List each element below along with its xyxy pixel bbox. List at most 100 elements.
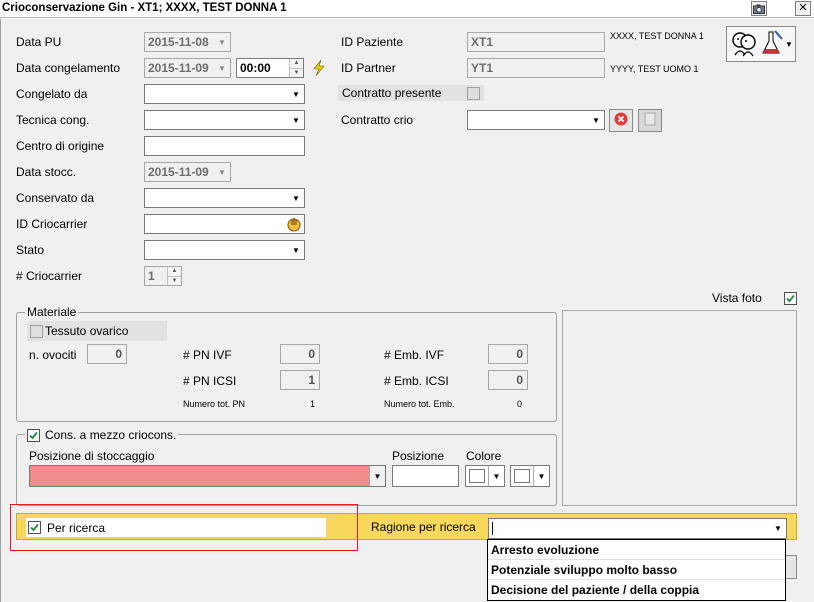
emb-ivf-value: 0 bbox=[488, 344, 528, 364]
tecnica-cong-select[interactable]: ▼ bbox=[144, 110, 305, 130]
id-paziente-field: XT1 bbox=[467, 32, 605, 52]
chevron-down-icon: ▼ bbox=[785, 39, 793, 49]
cons-checkbox[interactable] bbox=[27, 428, 40, 442]
num-criocarrier-stepper: 1 ▲ ▼ bbox=[144, 266, 182, 286]
emb-ivf-label: # Emb. IVF bbox=[384, 348, 445, 362]
posizione-label: Posizione bbox=[392, 449, 445, 463]
conservato-da-select[interactable]: ▼ bbox=[144, 188, 305, 208]
data-congelamento-label: Data congelamento bbox=[16, 61, 121, 75]
camera-icon[interactable] bbox=[751, 1, 767, 16]
dropdown-option[interactable]: Potenziale sviluppo molto basso bbox=[488, 560, 785, 580]
contratto-crio-label: Contratto crio bbox=[341, 113, 414, 127]
data-pu-field: 2015-11-08 ▼ bbox=[144, 32, 231, 52]
delete-icon bbox=[614, 112, 628, 129]
id-partner-field: YT1 bbox=[467, 58, 605, 78]
pn-icsi-label: # PN ICSI bbox=[183, 374, 237, 388]
time-spinner[interactable]: ▲ ▼ bbox=[289, 59, 303, 77]
posizione-stoccaggio-select[interactable]: ▼ bbox=[29, 465, 386, 487]
data-congelamento-field: 2015-11-09 ▼ bbox=[144, 58, 231, 78]
couple-lab-button[interactable]: ▼ bbox=[726, 26, 796, 62]
ragione-ricerca-dropdown[interactable]: Arresto evoluzione Potenziale sviluppo m… bbox=[487, 539, 786, 601]
window-title: Crioconservazione Gin - XT1; XXXX, TEST … bbox=[2, 2, 287, 14]
main-panel: Data PU 2015-11-08 ▼ Data congelamento 20… bbox=[0, 19, 814, 602]
id-partner-label: ID Partner bbox=[341, 61, 396, 75]
tot-pn-label: Numero tot. PN bbox=[183, 399, 246, 409]
tessuto-ovarico-checkbox[interactable] bbox=[30, 325, 43, 338]
tot-emb-value: 0 bbox=[517, 399, 523, 409]
chevron-down-icon: ▼ bbox=[369, 466, 385, 486]
centro-origine-input[interactable] bbox=[144, 136, 305, 156]
highlight-annotation bbox=[10, 504, 358, 551]
tot-pn-value: 1 bbox=[310, 399, 316, 409]
chevron-down-icon: ▼ bbox=[774, 524, 782, 533]
chevron-down-icon: ▼ bbox=[592, 115, 600, 125]
chevron-down-icon: ▼ bbox=[533, 466, 549, 486]
data-stocc-field: 2015-11-09 ▼ bbox=[144, 162, 231, 182]
text-caret bbox=[492, 522, 493, 535]
partner-name: YYYY, TEST UOMO 1 bbox=[610, 64, 699, 74]
color-swatch bbox=[469, 469, 485, 483]
materiale-title: Materiale bbox=[25, 305, 79, 319]
vista-foto-checkbox[interactable] bbox=[784, 292, 797, 305]
stato-select[interactable]: ▼ bbox=[144, 240, 305, 260]
document-icon bbox=[643, 112, 657, 129]
data-stocc-label: Data stocc. bbox=[16, 165, 77, 179]
dropdown-option[interactable]: Arresto evoluzione bbox=[488, 540, 785, 560]
colore-label: Colore bbox=[466, 449, 502, 463]
stato-label: Stato bbox=[16, 243, 45, 257]
hand-pointer-icon[interactable] bbox=[286, 216, 302, 233]
title-bar: Crioconservazione Gin - XT1; XXXX, TEST … bbox=[0, 0, 814, 18]
ovociti-value: 0 bbox=[87, 344, 127, 364]
chevron-down-icon: ▼ bbox=[218, 37, 226, 47]
id-paziente-label: ID Paziente bbox=[341, 35, 404, 49]
chevron-down-icon: ▼ bbox=[292, 115, 300, 125]
pn-ivf-value: 0 bbox=[280, 344, 320, 364]
ragione-ricerca-label: Ragione per ricerca bbox=[371, 520, 476, 534]
num-criocarrier-label: # Criocarrier bbox=[16, 269, 83, 283]
chevron-down-icon: ▼ bbox=[218, 63, 226, 73]
data-pu-label: Data PU bbox=[16, 35, 62, 49]
congelato-da-label: Congelato da bbox=[16, 87, 88, 101]
chevron-down-icon: ▼ bbox=[488, 466, 504, 486]
posizione-stoccaggio-label: Posizione di stoccaggio bbox=[29, 449, 155, 463]
delete-contract-button[interactable] bbox=[609, 109, 633, 132]
conservato-da-label: Conservato da bbox=[16, 191, 95, 205]
id-criocarrier-input[interactable] bbox=[144, 214, 305, 234]
contratto-presente-checkbox bbox=[467, 87, 480, 100]
ovociti-label: n. ovociti bbox=[29, 348, 77, 362]
emb-icsi-value: 0 bbox=[488, 370, 528, 390]
chevron-down-icon: ▼ bbox=[218, 167, 226, 177]
color-swatch bbox=[514, 469, 530, 483]
chevron-down-icon: ▼ bbox=[292, 245, 300, 255]
chevron-down-icon: ▼ bbox=[292, 89, 300, 99]
tot-emb-label: Numero tot. Emb. bbox=[384, 399, 455, 409]
criocarrier-spinner: ▲ ▼ bbox=[167, 267, 181, 285]
flask-icon bbox=[761, 29, 783, 60]
id-criocarrier-label: ID Criocarrier bbox=[16, 217, 88, 231]
colore-select-1[interactable]: ▼ bbox=[465, 465, 505, 487]
couple-icon bbox=[729, 29, 761, 60]
tecnica-cong-label: Tecnica cong. bbox=[16, 113, 90, 127]
vista-foto-label: Vista foto bbox=[712, 291, 762, 305]
emb-icsi-label: # Emb. ICSI bbox=[384, 374, 449, 388]
photo-panel bbox=[562, 310, 797, 506]
contratto-presente-label: Contratto presente bbox=[338, 85, 484, 101]
cons-title: Cons. a mezzo criocons. bbox=[45, 428, 177, 442]
colore-select-2[interactable]: ▼ bbox=[510, 465, 550, 487]
paziente-name: XXXX, TEST DONNA 1 bbox=[610, 31, 704, 41]
lightning-icon[interactable] bbox=[311, 59, 327, 77]
cons-title-row: Cons. a mezzo criocons. bbox=[25, 428, 179, 442]
contratto-crio-select[interactable]: ▼ bbox=[467, 110, 605, 130]
pn-ivf-label: # PN IVF bbox=[183, 348, 232, 362]
open-contract-button bbox=[638, 109, 662, 132]
chevron-down-icon: ▼ bbox=[292, 193, 300, 203]
tessuto-ovarico-label: Tessuto ovarico bbox=[45, 324, 129, 338]
dropdown-option[interactable]: Decisione del paziente / della coppia bbox=[488, 580, 785, 600]
posizione-input[interactable] bbox=[392, 465, 459, 487]
time-field[interactable]: 00:00 ▲ ▼ bbox=[236, 58, 304, 78]
close-button[interactable]: ✕ bbox=[795, 1, 811, 16]
centro-origine-label: Centro di origine bbox=[16, 139, 105, 153]
congelato-da-select[interactable]: ▼ bbox=[144, 84, 305, 104]
pn-icsi-value: 1 bbox=[280, 370, 320, 390]
ragione-ricerca-select[interactable]: ▼ bbox=[488, 518, 787, 539]
